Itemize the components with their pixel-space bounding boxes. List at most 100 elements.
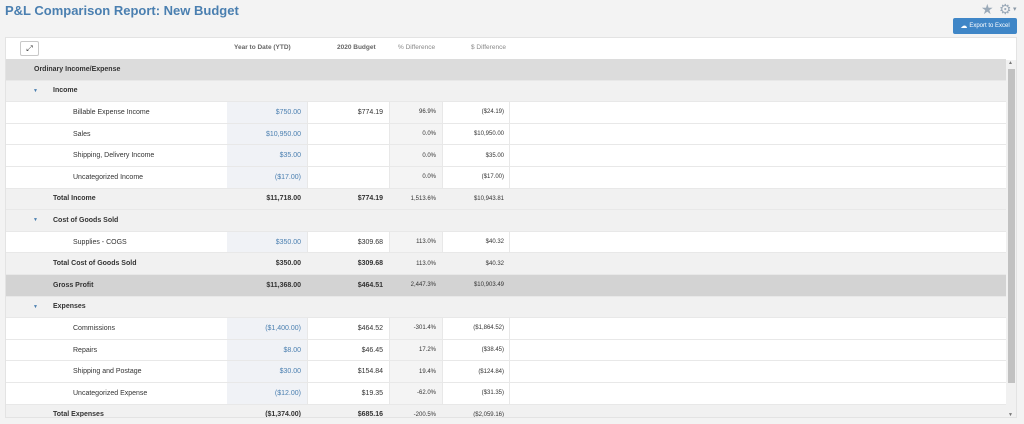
ytd-value[interactable]: ($12.00)	[227, 383, 307, 404]
budget-value: $154.84	[357, 368, 383, 376]
budget-value	[307, 210, 389, 231]
dollar-difference-value: ($31.35)	[481, 390, 504, 397]
row-label: Total Income	[53, 195, 96, 203]
group-row[interactable]: ▼ Income	[6, 80, 1006, 103]
export-button-label: Export to Excel	[969, 23, 1010, 29]
pct-difference-value: 0.0%	[422, 131, 436, 138]
scroll-up-icon[interactable]: ▲	[1008, 60, 1013, 66]
ytd-value[interactable]: $750.00	[227, 102, 307, 123]
budget-value: $774.19	[357, 108, 383, 116]
ytd-value[interactable]: ($17.00)	[227, 167, 307, 188]
dollar-difference-value: $40.32	[485, 239, 504, 246]
row-label: Repairs	[73, 346, 98, 354]
group-row[interactable]: ▼ Expenses	[6, 296, 1006, 319]
ytd-value[interactable]: ($1,400.00)	[227, 318, 307, 339]
table-row: Supplies - COGS $350.00 $309.68 113.0% $40.3…	[6, 231, 1006, 254]
collapse-caret-icon[interactable]: ▼	[33, 210, 38, 231]
expand-button[interactable]: ⤢	[20, 41, 39, 56]
ytd-value	[227, 59, 307, 80]
dollar-difference-value: $10,950.00	[473, 131, 504, 138]
budget-value: $309.68	[357, 260, 383, 268]
row-label: Uncategorized Income	[73, 173, 144, 181]
table-row: Repairs $8.00 $46.45 17.2% ($38.45)	[6, 339, 1006, 362]
pct-difference-value: 2,447.3%	[410, 282, 436, 289]
vertical-scrollbar[interactable]: ▲ ▼	[1006, 60, 1016, 417]
column-header-pct-difference[interactable]: % Difference	[398, 44, 435, 51]
ytd-value	[227, 81, 307, 102]
row-label: Total Cost of Goods Sold	[53, 260, 137, 268]
total-row: Total Cost of Goods Sold $350.00 $309.68 11…	[6, 253, 1006, 275]
row-label: Expenses	[53, 303, 86, 311]
budget-value: $774.19	[357, 195, 383, 203]
cloud-download-icon: ☁	[960, 23, 968, 30]
budget-value	[307, 81, 389, 102]
page-title: P&L Comparison Report: New Budget	[5, 3, 239, 18]
pct-difference-value: -62.0%	[416, 390, 436, 397]
ytd-value[interactable]: $30.00	[227, 361, 307, 382]
chevron-down-icon[interactable]: ▾	[1013, 5, 1017, 13]
pct-difference-value: 96.9%	[418, 109, 436, 116]
row-label: Billable Expense Income	[73, 108, 150, 116]
row-label: Total Expenses	[53, 411, 104, 418]
collapse-caret-icon[interactable]: ▼	[33, 81, 38, 102]
ytd-value[interactable]: $8.00	[227, 340, 307, 361]
collapse-caret-icon[interactable]: ▼	[33, 297, 38, 318]
export-to-excel-button[interactable]: ☁ Export to Excel	[953, 18, 1017, 34]
table-row: Commissions ($1,400.00) $464.52 -301.4% ($1,…	[6, 318, 1006, 340]
table-row: Shipping, Delivery Income $35.00 0.0% $35.0…	[6, 145, 1006, 167]
scroll-thumb[interactable]	[1008, 69, 1015, 383]
row-label: Shipping, Delivery Income	[73, 152, 155, 160]
report-table: ⤢ Year to Date (YTD) 2020 Budget % Diffe…	[5, 37, 1017, 418]
budget-value: $19.35	[361, 389, 383, 397]
dollar-difference-value	[442, 210, 510, 231]
total-row: Total Expenses ($1,374.00) $685.16 -200.5% (…	[6, 404, 1006, 418]
dollar-difference-value: ($124.84)	[478, 368, 504, 375]
pct-difference-value	[389, 81, 442, 102]
section-row: Ordinary Income/Expense	[6, 59, 1006, 81]
column-header-row: ⤢ Year to Date (YTD) 2020 Budget % Diffe…	[6, 38, 1006, 59]
expand-icon: ⤢	[26, 43, 33, 53]
table-row: Uncategorized Income ($17.00) 0.0% ($17.00)	[6, 166, 1006, 189]
ytd-value[interactable]: $35.00	[227, 145, 307, 166]
row-label: Shipping and Postage	[73, 368, 142, 376]
group-row[interactable]: ▼ Cost of Goods Sold	[6, 210, 1006, 232]
budget-value: $309.68	[357, 238, 383, 246]
ytd-value: $11,368.00	[266, 281, 301, 289]
table-row: Uncategorized Expense ($12.00) $19.35 -62.0…	[6, 382, 1006, 405]
pct-difference-value: -200.5%	[413, 411, 436, 418]
ytd-value	[227, 297, 307, 318]
ytd-value	[227, 210, 307, 231]
pct-difference-value: 19.4%	[418, 368, 436, 375]
scroll-down-icon[interactable]: ▼	[1008, 412, 1013, 417]
pct-difference-value: 1,513.6%	[410, 195, 436, 202]
pct-difference-value: 0.0%	[422, 174, 436, 181]
dollar-difference-value: ($24.19)	[481, 109, 504, 116]
column-header-ytd[interactable]: Year to Date (YTD)	[234, 44, 291, 51]
column-header-budget[interactable]: 2020 Budget	[337, 44, 376, 51]
budget-value	[307, 167, 389, 188]
table-row: Billable Expense Income $750.00 $774.19 96.…	[6, 102, 1006, 124]
dollar-difference-value: ($1,864.52)	[473, 325, 504, 332]
budget-value	[307, 297, 389, 318]
gear-icon[interactable]: ⚙	[999, 1, 1012, 17]
dollar-difference-value: ($2,059.16)	[473, 411, 504, 418]
page-header: P&L Comparison Report: New Budget ★ ⚙ ▾ …	[0, 0, 1024, 36]
pct-difference-value: 0.0%	[422, 152, 436, 159]
table-row: Shipping and Postage $30.00 $154.84 19.4% ($…	[6, 361, 1006, 383]
budget-value	[307, 59, 389, 80]
ytd-value: $350.00	[275, 260, 301, 268]
total-row: Total Income $11,718.00 $774.19 1,513.6% $10…	[6, 188, 1006, 211]
report-rows: Ordinary Income/Expense ▼ Income Billable E…	[6, 59, 1006, 418]
budget-value: $46.45	[361, 346, 383, 354]
gross-row: Gross Profit $11,368.00 $464.51 2,447.3% $10…	[6, 274, 1006, 297]
ytd-value[interactable]: $350.00	[227, 232, 307, 253]
row-label: Income	[53, 87, 78, 95]
column-header-dollar-difference[interactable]: $ Difference	[471, 44, 506, 51]
dollar-difference-value: $10,903.49	[473, 282, 504, 289]
pct-difference-value	[389, 297, 442, 318]
ytd-value[interactable]: $10,950.00	[227, 124, 307, 145]
dollar-difference-value	[442, 81, 510, 102]
star-icon[interactable]: ★	[981, 1, 994, 17]
row-label: Ordinary Income/Expense	[34, 65, 121, 73]
pct-difference-value	[389, 210, 442, 231]
